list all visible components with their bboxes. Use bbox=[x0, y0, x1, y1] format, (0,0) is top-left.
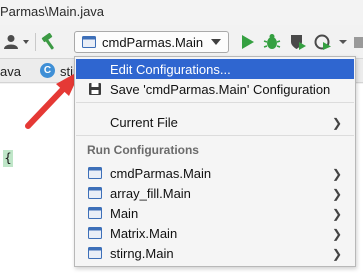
menu-item-run-config[interactable]: Matrix.Main ❯ bbox=[76, 223, 354, 243]
title-bar: Parmas\Main.java bbox=[0, 0, 363, 25]
chevron-down-icon[interactable] bbox=[337, 33, 349, 51]
menu-item-run-config[interactable]: stirng.Main ❯ bbox=[76, 243, 354, 263]
application-config-icon bbox=[82, 35, 96, 49]
build-hammer-icon[interactable] bbox=[41, 32, 59, 51]
coverage-shield-icon[interactable] bbox=[289, 33, 307, 51]
menu-item-current-file[interactable]: Current File ❯ bbox=[76, 112, 354, 132]
run-configurations-header: Run Configurations bbox=[87, 143, 199, 157]
menu-item-label: array_fill.Main bbox=[110, 186, 191, 201]
menu-item-run-config[interactable]: Main ❯ bbox=[76, 203, 354, 223]
run-configuration-selector[interactable]: cmdParmas.Main bbox=[74, 31, 229, 53]
save-icon bbox=[88, 82, 102, 96]
window-title: Parmas\Main.java bbox=[0, 4, 105, 19]
stop-icon[interactable] bbox=[352, 33, 363, 51]
chevron-right-icon: ❯ bbox=[331, 116, 342, 130]
tab-main-java[interactable]: ava bbox=[0, 64, 21, 79]
menu-divider bbox=[76, 135, 354, 136]
chevron-right-icon: ❯ bbox=[331, 227, 342, 241]
application-config-icon bbox=[88, 166, 102, 180]
main-toolbar: cmdParmas.Main bbox=[0, 25, 363, 59]
class-icon: C bbox=[40, 63, 55, 78]
menu-item-label: Main bbox=[110, 206, 139, 221]
user-icon[interactable] bbox=[3, 34, 33, 50]
application-config-icon bbox=[88, 246, 102, 260]
matched-brace: { bbox=[3, 150, 13, 167]
menu-item-label: Edit Configurations... bbox=[110, 62, 231, 77]
toolbar-separator bbox=[35, 33, 36, 51]
chevron-right-icon: ❯ bbox=[331, 167, 342, 181]
profiler-icon[interactable] bbox=[314, 33, 332, 51]
run-configuration-label: cmdParmas.Main bbox=[102, 35, 204, 50]
run-configuration-menu: Edit Configurations... Save 'cmdParmas.M… bbox=[74, 56, 356, 267]
menu-item-label: stirng.Main bbox=[110, 246, 174, 261]
chevron-right-icon: ❯ bbox=[331, 247, 342, 261]
chevron-down-icon bbox=[211, 39, 221, 45]
menu-item-label: Save 'cmdParmas.Main' Configuration bbox=[110, 82, 331, 97]
menu-item-edit-configurations[interactable]: Edit Configurations... bbox=[76, 59, 354, 79]
application-config-icon bbox=[88, 226, 102, 240]
menu-item-save-configuration[interactable]: Save 'cmdParmas.Main' Configuration bbox=[76, 79, 354, 99]
menu-item-label: Matrix.Main bbox=[110, 226, 178, 241]
run-icon[interactable] bbox=[239, 33, 257, 51]
menu-item-label: cmdParmas.Main bbox=[110, 166, 212, 181]
menu-item-run-config[interactable]: array_fill.Main ❯ bbox=[76, 183, 354, 203]
application-config-icon bbox=[88, 206, 102, 220]
application-config-icon bbox=[88, 186, 102, 200]
debug-bug-icon[interactable] bbox=[263, 33, 281, 51]
chevron-right-icon: ❯ bbox=[331, 187, 342, 201]
menu-divider bbox=[76, 102, 354, 103]
menu-item-label: Current File bbox=[110, 115, 178, 130]
menu-item-run-config[interactable]: cmdParmas.Main ❯ bbox=[76, 163, 354, 183]
chevron-right-icon: ❯ bbox=[331, 207, 342, 221]
